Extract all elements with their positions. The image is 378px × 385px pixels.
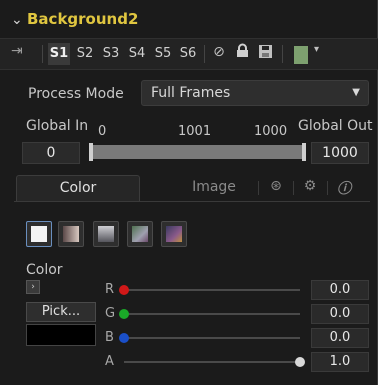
range-tick-end: 1000 — [254, 124, 288, 139]
version-button-s6[interactable]: S6 — [177, 43, 199, 65]
range-tick-mid: 1001 — [178, 124, 212, 139]
global-out-label: Global Out — [298, 118, 373, 134]
expand-icon[interactable]: › — [26, 280, 40, 294]
channel-a-value[interactable]: 1.0 — [311, 352, 369, 372]
channel-b-handle[interactable] — [119, 333, 129, 343]
channel-b-value[interactable]: 0.0 — [311, 328, 369, 348]
version-button-s1[interactable]: S1 — [48, 43, 70, 65]
range-handle-right[interactable] — [302, 143, 306, 161]
inspector-panel: ⌄ Background2 ⇥ S1 S2 S3 S4 S5 S6 ⊘ ▾ Pr… — [0, 0, 378, 385]
channel-g-label: G — [105, 306, 116, 321]
channel-g-slider[interactable] — [124, 313, 300, 315]
tool-header[interactable]: ⌄ Background2 — [0, 8, 378, 38]
tab-divider — [258, 181, 259, 195]
pick-button[interactable]: Pick... — [26, 302, 96, 322]
channel-r-label: R — [105, 282, 115, 297]
channel-a-label: A — [105, 354, 114, 369]
version-toolbar: ⇥ S1 S2 S3 S4 S5 S6 ⊘ ▾ — [0, 38, 378, 70]
channel-a-handle[interactable] — [295, 357, 305, 367]
tab-color[interactable]: Color — [16, 175, 140, 201]
tab-divider — [293, 181, 294, 195]
chevron-down-icon[interactable]: ⌄ — [11, 12, 23, 28]
range-handle-left[interactable] — [89, 143, 93, 161]
version-button-s4[interactable]: S4 — [126, 43, 148, 65]
channel-g-value[interactable]: 0.0 — [311, 304, 369, 324]
process-mode-label: Process Mode — [28, 86, 124, 102]
channel-a-slider[interactable] — [124, 361, 300, 363]
global-out-field[interactable]: 1000 — [311, 142, 369, 164]
color-preview[interactable] — [26, 324, 96, 346]
channel-b-label: B — [105, 330, 114, 345]
color-label: Color — [26, 262, 63, 278]
gear-icon[interactable]: ⚙ — [300, 178, 320, 194]
global-in-field[interactable]: 0 — [22, 142, 80, 164]
nodes-icon[interactable]: ⊛ — [266, 178, 286, 194]
chevron-down-icon: ▼ — [352, 87, 360, 98]
chevron-down-icon[interactable]: ▾ — [314, 44, 319, 55]
disable-icon[interactable]: ⊘ — [210, 44, 228, 60]
gradient-horizontal-button[interactable] — [58, 221, 84, 247]
tab-image[interactable]: Image — [159, 175, 269, 201]
toolbar-divider — [204, 45, 205, 63]
version-button-s2[interactable]: S2 — [74, 43, 96, 65]
pin-icon[interactable]: ⇥ — [11, 43, 23, 59]
channel-r-value[interactable]: 0.0 — [311, 280, 369, 300]
global-range-slider[interactable] — [90, 145, 306, 159]
toolbar-divider — [282, 45, 283, 63]
gradient-four-corner-button[interactable] — [127, 221, 153, 247]
tab-divider — [327, 181, 328, 195]
range-tick-start: 0 — [98, 124, 107, 139]
gradient-custom-button[interactable] — [161, 221, 187, 247]
save-icon[interactable] — [256, 45, 274, 62]
color-swatch[interactable] — [293, 45, 309, 65]
process-mode-dropdown[interactable]: Full Frames ▼ — [141, 80, 369, 106]
version-button-s3[interactable]: S3 — [100, 43, 122, 65]
global-in-label: Global In — [26, 118, 89, 134]
channel-g-handle[interactable] — [119, 309, 129, 319]
version-button-s5[interactable]: S5 — [152, 43, 174, 65]
process-mode-value: Full Frames — [151, 85, 231, 101]
info-icon[interactable]: ⓘ — [334, 178, 354, 198]
channel-b-slider[interactable] — [124, 337, 300, 339]
tab-bar: Color Image ⊛ ⚙ ⓘ — [14, 175, 370, 202]
toolbar-divider — [42, 45, 43, 63]
lock-icon[interactable] — [233, 43, 251, 62]
channel-r-slider[interactable] — [124, 289, 300, 291]
tool-title: Background2 — [27, 10, 139, 28]
gradient-solid-button[interactable] — [26, 221, 52, 247]
channel-r-handle[interactable] — [119, 285, 129, 295]
gradient-vertical-button[interactable] — [93, 221, 119, 247]
